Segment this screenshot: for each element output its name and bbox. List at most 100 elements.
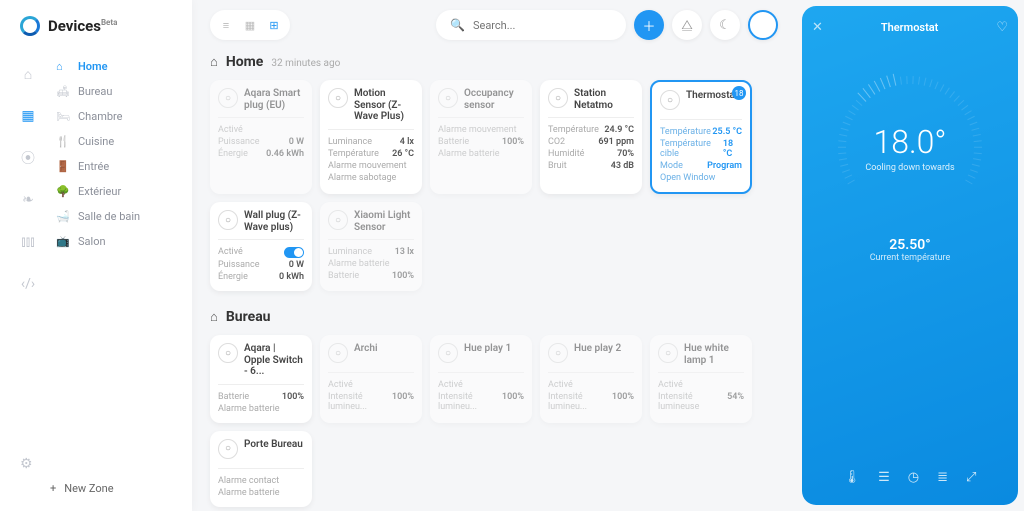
search-input[interactable] [473, 19, 612, 32]
device-metric-row: Énergie0 kWh [218, 271, 304, 283]
view-list-icon[interactable]: ≡ [214, 14, 238, 36]
section-subtitle: 32 minutes ago [271, 58, 340, 69]
device-card[interactable]: ○Wall plug (Z-Wave plus)ActivéPuissance0… [210, 202, 312, 291]
nav-iconstrip: ⌂ ▦ ⦿ ❧ ⫾⫾⫾ ‹/› [0, 54, 48, 298]
device-title: Thermostat [686, 90, 738, 102]
section-name: Bureau [226, 309, 271, 325]
device-card[interactable]: ○Hue play 2ActivéIntensité lumineu...100… [540, 335, 642, 423]
device-title: Archi [354, 343, 378, 355]
plus-icon: + [50, 482, 56, 495]
device-icon: ○ [328, 210, 348, 230]
main-temp-label: Cooling down towards [865, 163, 954, 173]
device-title: Station Netatmo [574, 88, 634, 111]
device-metric-row: Bruit43 dB [548, 160, 634, 172]
device-card[interactable]: ○Porte BureauAlarme contactAlarme batter… [210, 431, 312, 507]
zone-label: Salon [78, 235, 106, 248]
sidebar: DevicesBeta ⌂ ▦ ⦿ ❧ ⫾⫾⫾ ‹/› ⌂Home🛋Bureau… [0, 0, 192, 511]
device-card[interactable]: ○Hue white lamp 1ActivéIntensité lumineu… [650, 335, 752, 423]
device-card[interactable]: ○Occupancy sensorAlarme mouvementBatteri… [430, 80, 532, 194]
device-metric-row: Intensité lumineu...100% [548, 391, 634, 413]
nav-power-icon[interactable]: ⦿ [14, 144, 42, 172]
bath-icon: 🛁 [56, 210, 70, 223]
device-card[interactable]: ○Xiaomi Light SensorLuminance13 lxAlarme… [320, 202, 422, 291]
zone-label: Cuisine [78, 135, 114, 148]
device-card[interactable]: ○Aqara Smart plug (EU)ActivéPuissance0 W… [210, 80, 312, 194]
device-metric-row: Puissance0 W [218, 259, 304, 271]
device-icon: ○ [218, 343, 238, 363]
search-box[interactable]: 🔍 [436, 10, 626, 40]
nav-code-icon[interactable]: ‹/› [14, 270, 42, 298]
thermostat-dial[interactable]: 18.0° Cooling down towards [835, 73, 985, 223]
utensils-icon: 🍴 [56, 135, 70, 148]
toggle-switch[interactable] [284, 247, 304, 258]
sidebar-zone-extérieur[interactable]: 🌳Extérieur [48, 179, 184, 204]
zone-label: Bureau [78, 85, 112, 98]
device-metric-row: Luminance13 lx [328, 246, 414, 258]
device-metric-row: Batterie100% [218, 391, 304, 403]
device-title: Porte Bureau [244, 439, 303, 451]
sidebar-zone-cuisine[interactable]: 🍴 Cuisine [48, 129, 184, 154]
device-title: Aqara Smart plug (EU) [244, 88, 304, 111]
sidebar-zone-chambre[interactable]: 🛏Chambre [48, 104, 184, 129]
device-title: Hue play 2 [574, 343, 621, 355]
sidebar-zone-home[interactable]: ⌂Home [48, 54, 184, 79]
search-icon: 🔍 [450, 18, 465, 32]
new-zone-button[interactable]: + New Zone [20, 482, 172, 495]
device-title: Aqara | Opple Switch - 6... [244, 343, 304, 378]
device-metric-row: Intensité lumineuse54% [658, 391, 744, 413]
device-metric-row: Open Window [660, 172, 742, 184]
nav-eco-icon[interactable]: ❧ [14, 186, 42, 214]
moon-icon[interactable]: ☾ [710, 10, 740, 40]
device-card[interactable]: ○ArchiActivéIntensité lumineu...100% [320, 335, 422, 423]
gauge-icon[interactable]: ◷ [908, 470, 919, 485]
zone-label: Home [78, 60, 108, 73]
add-button[interactable]: ＋ [634, 10, 664, 40]
expand-icon[interactable]: ⤢ [966, 470, 976, 485]
device-metric-row: Intensité lumineu...100% [328, 391, 414, 413]
new-zone-label: New Zone [64, 482, 113, 495]
thermometer-icon[interactable]: 🌡 [844, 470, 861, 485]
panel-title: Thermostat [881, 21, 939, 34]
device-card[interactable]: ○Hue play 1ActivéIntensité lumineu...100… [430, 335, 532, 423]
tree-icon[interactable]: ⧋ [672, 10, 702, 40]
device-metric-row: Température26 °C [328, 148, 414, 160]
settings-icon[interactable]: ⚙ [20, 456, 172, 472]
nav-grid-icon[interactable]: ▦ [14, 102, 42, 130]
device-metric-row: CO2691 ppm [548, 136, 634, 148]
brand-title: DevicesBeta [48, 17, 117, 35]
device-card[interactable]: ○Station NetatmoTempérature24.9 °CCO2691… [540, 80, 642, 194]
current-temp-value: 25.50° [870, 237, 951, 253]
device-metric-row: Activé [548, 379, 634, 391]
view-large-grid-icon[interactable]: ⊞ [262, 14, 286, 36]
device-metric-row: ModeProgram [660, 160, 742, 172]
sidebar-zone-salon[interactable]: 📺Salon [48, 229, 184, 254]
device-metric-row: Batterie100% [438, 136, 524, 148]
device-metric-row: Alarme batterie [328, 258, 414, 270]
panel-mode-icons: 🌡 ☰ ◷ ≣ ⤢ [844, 470, 977, 491]
device-card[interactable]: 18○ThermostatTempérature25.5 °CTempératu… [650, 80, 752, 194]
list-icon[interactable]: ☰ [878, 470, 890, 485]
nav-home-icon[interactable]: ⌂ [14, 60, 42, 88]
device-title: Occupancy sensor [464, 88, 524, 111]
device-metric-row: Alarme sabotage [328, 172, 414, 184]
view-small-grid-icon[interactable]: ▦ [238, 14, 262, 36]
device-metric-row: Alarme contact [218, 475, 304, 487]
sidebar-zone-salle-de-bain[interactable]: 🛁Salle de bain [48, 204, 184, 229]
device-icon: ○ [438, 343, 458, 363]
device-icon: ○ [548, 88, 568, 108]
sliders-icon[interactable]: ≣ [937, 470, 948, 485]
profile-ring-icon[interactable] [748, 10, 778, 40]
device-metric-row: Alarme mouvement [438, 124, 524, 136]
device-metric-row: Humidité70% [548, 148, 634, 160]
sidebar-zone-entrée[interactable]: 🚪Entrée [48, 154, 184, 179]
device-card[interactable]: ○Motion Sensor (Z-Wave Plus)Luminance4 l… [320, 80, 422, 194]
sidebar-zone-bureau[interactable]: 🛋Bureau [48, 79, 184, 104]
device-card[interactable]: ○ Aqara | Opple Switch - 6... Batterie100%… [210, 335, 312, 423]
device-icon: ○ [328, 343, 348, 363]
nav-stats-icon[interactable]: ⫾⫾⫾ [14, 228, 42, 256]
close-icon[interactable]: ✕ [812, 20, 823, 35]
tree-icon: 🌳 [56, 185, 70, 198]
heart-icon[interactable]: ♡ [996, 20, 1008, 35]
device-metric-row: Activé [658, 379, 744, 391]
current-temp-label: Current température [870, 253, 951, 263]
